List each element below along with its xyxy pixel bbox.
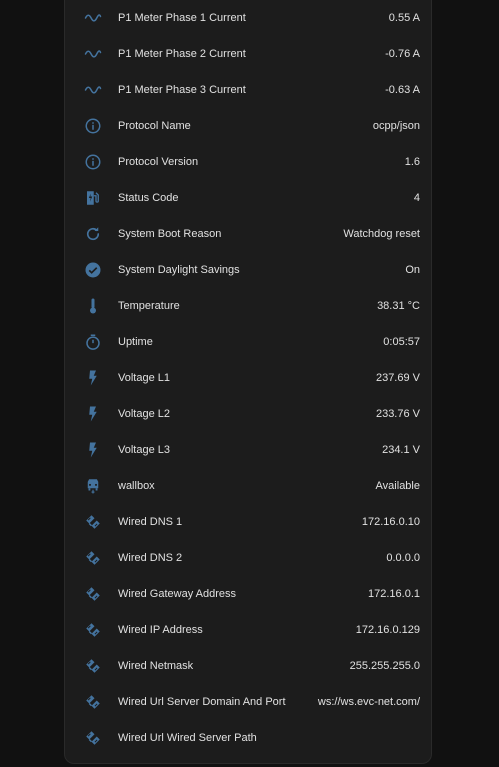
entity-row[interactable]: Wired IP Address 172.16.0.129	[65, 612, 433, 648]
entity-value: 0.55 A	[388, 12, 420, 24]
entity-row[interactable]: Wired DNS 2 0.0.0.0	[65, 540, 433, 576]
entity-label: Voltage L2	[118, 408, 170, 420]
entity-value: 237.69 V	[375, 372, 420, 384]
entities-card: P1 Meter Phase 1 Current 0.55 A P1 Meter P…	[64, 0, 432, 764]
entity-label: System Daylight Savings	[118, 264, 240, 276]
info-icon	[83, 152, 103, 172]
entity-row[interactable]: System Boot Reason Watchdog reset	[65, 216, 433, 252]
entity-label: Status Code	[118, 192, 179, 204]
entity-row[interactable]: P1 Meter Phase 2 Current -0.76 A	[65, 36, 433, 72]
entity-label: P1 Meter Phase 1 Current	[118, 12, 246, 24]
entity-label: System Boot Reason	[118, 228, 222, 240]
entity-label: P1 Meter Phase 2 Current	[118, 48, 246, 60]
ethernet-icon	[83, 692, 103, 712]
car-electric-icon	[83, 476, 103, 496]
ethernet-icon	[83, 728, 103, 748]
entity-label: Wired IP Address	[118, 624, 203, 636]
entity-value: 234.1 V	[382, 444, 420, 456]
entity-row[interactable]: Uptime 0:05:57	[65, 324, 433, 360]
entity-value: 233.76 V	[375, 408, 420, 420]
entity-label: Wired DNS 2	[118, 552, 183, 564]
entity-value: 1.6	[404, 156, 420, 168]
entity-row[interactable]: Status Code 4	[65, 180, 433, 216]
sine-wave-icon	[83, 80, 103, 100]
lightning-bolt-icon	[83, 404, 103, 424]
entity-value: ocpp/json	[372, 120, 420, 132]
entity-label: Wired Url Server Domain And Port	[118, 696, 286, 708]
entity-row[interactable]: Protocol Name ocpp/json	[65, 108, 433, 144]
entity-label: Wired Gateway Address	[118, 588, 236, 600]
ethernet-icon	[83, 548, 103, 568]
ethernet-icon	[83, 620, 103, 640]
ethernet-icon	[83, 656, 103, 676]
entity-label: Protocol Name	[118, 120, 191, 132]
lightning-bolt-icon	[83, 440, 103, 460]
entity-label: Temperature	[118, 300, 180, 312]
entity-label: Protocol Version	[118, 156, 199, 168]
entity-row[interactable]: Wired Gateway Address 172.16.0.1	[65, 576, 433, 612]
entity-row[interactable]: Voltage L3 234.1 V	[65, 432, 433, 468]
info-icon	[83, 116, 103, 136]
entity-value: 38.31 °C	[377, 300, 420, 312]
entity-row[interactable]: Wired Netmask 255.255.255.0	[65, 648, 433, 684]
entity-label: wallbox	[118, 480, 155, 492]
restart-icon	[83, 224, 103, 244]
ev-station-icon	[83, 188, 103, 208]
entity-row[interactable]: Temperature 38.31 °C	[65, 288, 433, 324]
ethernet-icon	[83, 512, 103, 532]
entity-row[interactable]: Wired Url Server Domain And Port ws://ws.…	[65, 684, 433, 720]
entity-label: Voltage L1	[118, 372, 170, 384]
sine-wave-icon	[83, 8, 103, 28]
entity-label: P1 Meter Phase 3 Current	[118, 84, 246, 96]
entity-value: 172.16.0.10	[361, 516, 420, 528]
entity-value: Available	[375, 480, 420, 492]
sine-wave-icon	[83, 44, 103, 64]
entity-row[interactable]: Wired Url Wired Server Path	[65, 720, 433, 756]
entity-value: 0.0.0.0	[386, 552, 420, 564]
entity-list: P1 Meter Phase 1 Current 0.55 A P1 Meter P…	[65, 0, 433, 756]
entity-value: Watchdog reset	[343, 228, 420, 240]
timer-icon	[83, 332, 103, 352]
entity-row[interactable]: P1 Meter Phase 1 Current 0.55 A	[65, 0, 433, 36]
entity-value: -0.76 A	[385, 48, 420, 60]
entity-label: Wired DNS 1	[118, 516, 183, 528]
entity-row[interactable]: Protocol Version 1.6	[65, 144, 433, 180]
entity-value: 172.16.0.1	[368, 588, 420, 600]
entity-row[interactable]: Wired DNS 1 172.16.0.10	[65, 504, 433, 540]
entity-label: Uptime	[118, 336, 153, 348]
entity-value: On	[405, 264, 420, 276]
entity-value: -0.63 A	[385, 84, 420, 96]
entity-value: 4	[413, 192, 420, 204]
entity-row[interactable]: wallbox Available	[65, 468, 433, 504]
entity-label: Wired Url Wired Server Path	[118, 732, 257, 744]
entity-value: ws://ws.evc-net.com/	[317, 696, 420, 708]
entity-value: 172.16.0.129	[355, 624, 420, 636]
entity-label: Wired Netmask	[118, 660, 194, 672]
lightning-bolt-icon	[83, 368, 103, 388]
entity-row[interactable]: Voltage L2 233.76 V	[65, 396, 433, 432]
thermometer-icon	[83, 296, 103, 316]
entity-row[interactable]: P1 Meter Phase 3 Current -0.63 A	[65, 72, 433, 108]
entity-value: 0:05:57	[383, 336, 420, 348]
entity-row[interactable]: System Daylight Savings On	[65, 252, 433, 288]
entity-row[interactable]: Voltage L1 237.69 V	[65, 360, 433, 396]
ethernet-icon	[83, 584, 103, 604]
check-circle-icon	[83, 260, 103, 280]
entity-value: 255.255.255.0	[349, 660, 420, 672]
entity-label: Voltage L3	[118, 444, 170, 456]
